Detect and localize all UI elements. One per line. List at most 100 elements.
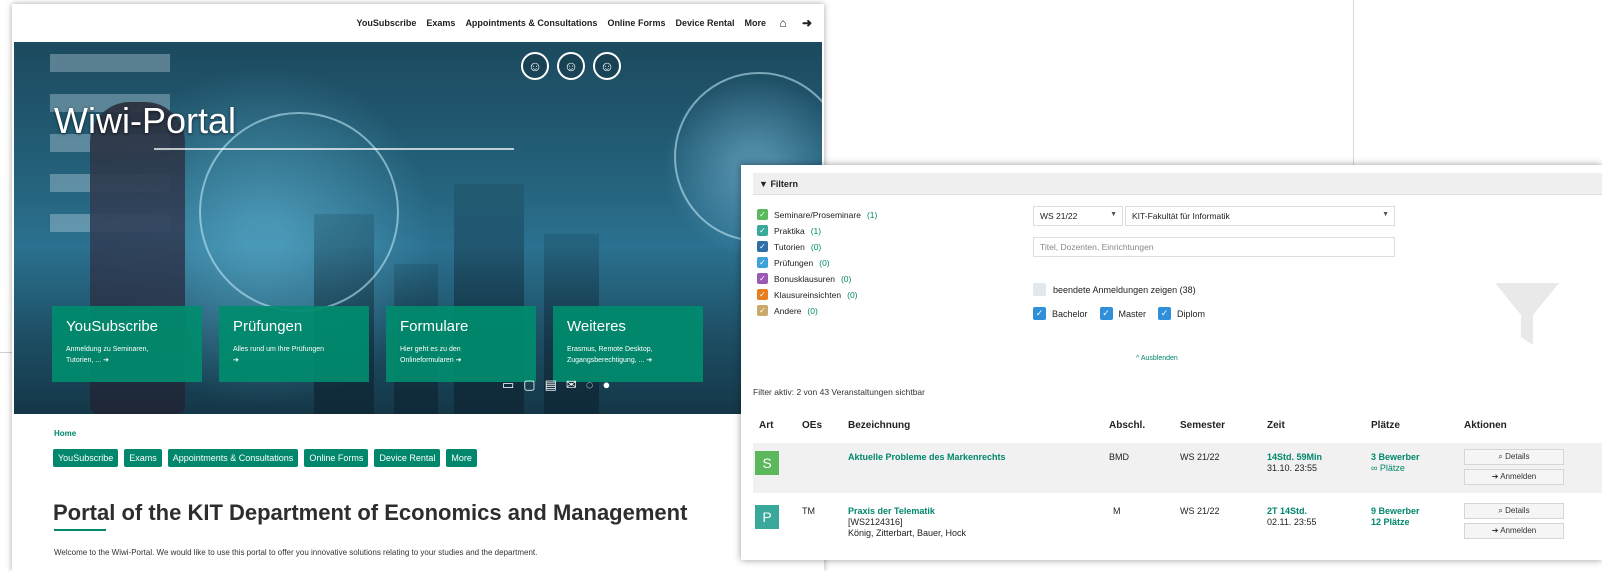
user-icon: ☺	[593, 52, 621, 80]
nav-yousubscribe[interactable]: YouSubscribe	[357, 18, 417, 28]
page-title: Portal of the KIT Department of Economic…	[53, 500, 688, 525]
category-seminare[interactable]: ✓ Seminare/Proseminare (1)	[757, 209, 877, 220]
filter-header-label: Filtern	[770, 179, 798, 189]
semester-cell: WS 21/22	[1180, 452, 1220, 462]
filter-icon: ▼	[759, 179, 768, 189]
semester-value: WS 21/22	[1040, 211, 1078, 221]
course-title-link[interactable]: Praxis der Telematik	[848, 506, 935, 516]
faculty-value: KIT-Fakultät für Informatik	[1132, 211, 1230, 221]
checkbox-checked[interactable]: ✓	[757, 209, 768, 220]
places: ∞ Plätze	[1371, 463, 1405, 473]
category-label: Bonusklausuren	[774, 273, 835, 284]
time-left: 14Std. 59Min	[1267, 452, 1323, 462]
category-label: Prüfungen	[774, 257, 814, 268]
pill-device-rental[interactable]: Device Rental	[374, 449, 441, 467]
course-filter-window: ▼ Filtern ✓ Seminare/Proseminare (1) ✓ P…	[741, 165, 1602, 560]
col-bezeichnung: Bezeichnung	[848, 420, 911, 431]
category-count: (1)	[866, 209, 878, 220]
tile-weiteres[interactable]: Weiteres Erasmus, Remote Desktop, Zugang…	[553, 306, 703, 382]
details-label: Details	[1505, 452, 1530, 461]
mail-icon: ✉	[565, 377, 577, 392]
col-plaetze: Plätze	[1371, 420, 1400, 431]
search-input[interactable]: Titel, Dozenten, Einrichtungen	[1033, 237, 1395, 257]
register-button[interactable]: ➔ Anmelden	[1464, 469, 1564, 485]
category-tutorien[interactable]: ✓ Tutorien (0)	[757, 241, 877, 252]
logout-icon[interactable]: ➜	[800, 16, 814, 30]
degree-options: ✓ Bachelor ✓ Master ✓ Diplom	[1033, 307, 1205, 320]
filter-header[interactable]: ▼ Filtern	[753, 173, 1602, 195]
checkbox-checked[interactable]: ✓	[1033, 307, 1046, 320]
category-label: Praktika	[774, 225, 805, 236]
category-pruefungen[interactable]: ✓ Prüfungen (0)	[757, 257, 877, 268]
collapse-filter-link[interactable]: ^ Ausblenden	[1136, 355, 1178, 362]
details-label: Details	[1505, 506, 1530, 515]
pill-appointments[interactable]: Appointments & Consultations	[167, 449, 299, 467]
checkbox-checked[interactable]: ✓	[1158, 307, 1172, 320]
hero-title: Wiwi-Portal	[54, 100, 237, 141]
col-zeit: Zeit	[1267, 420, 1285, 431]
category-count: (0)	[819, 257, 830, 268]
checkbox-checked[interactable]: ✓	[1099, 307, 1113, 320]
nav-device-rental[interactable]: Device Rental	[675, 18, 734, 28]
wiwi-portal-window: YouSubscribe Exams Appointments & Consul…	[12, 4, 824, 571]
tile-pruefungen[interactable]: Prüfungen Alles rund um Ihre Prüfungen ➔	[219, 306, 369, 382]
type-badge: P	[755, 505, 779, 529]
course-title-link[interactable]: Aktuelle Probleme des Markenrechts	[848, 452, 1006, 462]
nav-online-forms[interactable]: Online Forms	[607, 18, 665, 28]
category-filter-list: ✓ Seminare/Proseminare (1) ✓ Praktika (1…	[757, 209, 877, 316]
checkbox-checked[interactable]: ✓	[757, 273, 768, 284]
category-praktika[interactable]: ✓ Praktika (1)	[757, 225, 877, 236]
time-left: 2T 14Std.	[1267, 506, 1308, 516]
degree-cell: BMD	[1109, 452, 1129, 462]
active-filter-info: Filter aktiv: 2 von 43 Veranstaltungen s…	[753, 387, 925, 397]
checkbox-unchecked[interactable]	[1033, 283, 1046, 296]
home-icon[interactable]: ⌂	[776, 16, 790, 30]
col-aktionen: Aktionen	[1464, 420, 1507, 431]
faculty-select[interactable]: KIT-Fakultät für Informatik ▼	[1125, 206, 1395, 226]
category-klausureinsichten[interactable]: ✓ Klausureinsichten (0)	[757, 289, 877, 300]
checkbox-checked[interactable]: ✓	[757, 289, 768, 300]
pill-yousubscribe[interactable]: YouSubscribe	[53, 449, 119, 467]
chevron-down-icon: ▼	[1110, 211, 1117, 218]
checkbox-checked[interactable]: ✓	[757, 241, 768, 252]
category-label: Klausureinsichten	[774, 289, 842, 300]
tile-formulare[interactable]: Formulare Hier geht es zu den Onlineform…	[386, 306, 536, 382]
nav-exams[interactable]: Exams	[426, 18, 455, 28]
chevron-down-icon: ▼	[1382, 211, 1389, 218]
pill-online-forms[interactable]: Online Forms	[304, 449, 369, 467]
type-badge: S	[755, 451, 779, 475]
category-andere[interactable]: ✓ Andere (0)	[757, 305, 877, 316]
pill-more[interactable]: More	[446, 449, 477, 467]
checkbox-checked[interactable]: ✓	[757, 225, 768, 236]
hero-tiles: YouSubscribe Anmeldung zu Seminaren, Tut…	[52, 306, 703, 382]
category-count: (0)	[847, 289, 858, 300]
welcome-text: Welcome to the Wiwi-Portal. We would lik…	[54, 548, 538, 557]
checkbox-checked[interactable]: ✓	[757, 257, 768, 268]
category-label: Tutorien	[774, 241, 805, 252]
tile-desc: Zugangsberechtigung, ... ➔	[567, 357, 653, 364]
background-divider	[1353, 0, 1354, 168]
details-button[interactable]: ⌕ Details	[1464, 503, 1564, 519]
tile-desc: Alles rund um Ihre Prüfungen	[233, 346, 325, 353]
nav-more[interactable]: More	[744, 18, 766, 28]
register-label: Anmelden	[1500, 526, 1537, 535]
details-button[interactable]: ⌕ Details	[1464, 449, 1564, 465]
nav-appointments[interactable]: Appointments & Consultations	[465, 18, 597, 28]
applicants: 3 Bewerber	[1371, 452, 1420, 462]
pill-exams[interactable]: Exams	[124, 449, 162, 467]
login-icon: ➔	[1491, 472, 1501, 481]
title-underline	[54, 529, 106, 531]
category-bonusklausuren[interactable]: ✓ Bonusklausuren (0)	[757, 273, 877, 284]
breadcrumb[interactable]: Home	[54, 429, 76, 438]
checkbox-checked[interactable]: ✓	[757, 305, 768, 316]
semester-select[interactable]: WS 21/22 ▼	[1033, 206, 1123, 226]
time-date: 31.10. 23:55	[1267, 463, 1318, 473]
top-navigation: YouSubscribe Exams Appointments & Consul…	[12, 4, 824, 42]
hero-title-line	[154, 148, 514, 150]
col-oes: OEs	[802, 420, 823, 431]
people-icon: ▤	[544, 377, 557, 392]
tile-yousubscribe[interactable]: YouSubscribe Anmeldung zu Seminaren, Tut…	[52, 306, 202, 382]
oes-cell: TM	[802, 506, 815, 516]
register-button[interactable]: ➔ Anmelden	[1464, 523, 1564, 539]
show-finished-option[interactable]: beendete Anmeldungen zeigen (38)	[1033, 283, 1196, 296]
